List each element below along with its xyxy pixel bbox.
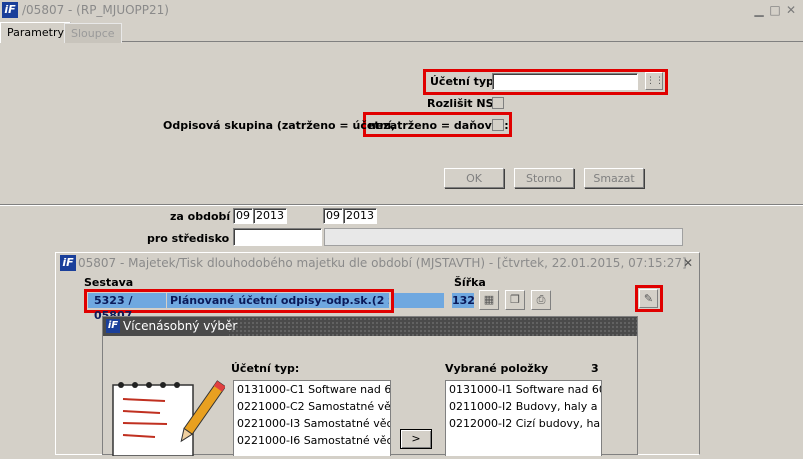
ucetni-typ-label: Účetní typ:	[430, 75, 499, 88]
close-icon[interactable]: ✕	[784, 3, 798, 17]
preview-icon[interactable]: ▦	[479, 290, 499, 310]
maximize-icon[interactable]: □	[768, 3, 782, 17]
tab-sloupce[interactable]: Sloupce	[64, 23, 122, 43]
smazat-button[interactable]: Smazat	[584, 168, 644, 188]
main-window-title: /05807 - (RP_MJUOPP21)	[22, 3, 169, 17]
storno-button[interactable]: Storno	[514, 168, 574, 188]
sestava-label: Sestava	[84, 276, 134, 289]
sestava-name[interactable]: Plánované účetní odpisy-odp.sk.(2 zdr.)	[167, 293, 389, 308]
odpisova-skupina-label-b: nezatrženo = daňová):	[368, 119, 509, 132]
multi-select-logo-icon: iF	[106, 319, 120, 333]
main-titlebar: iF /05807 - (RP_MJUOPP21) ▁ □ ✕	[0, 0, 803, 20]
rozlisit-ns-label: Rozlišit NS:	[427, 97, 498, 110]
pro-stredisko-name-input	[324, 228, 683, 246]
za-obdobi-from-month[interactable]: 09	[233, 208, 253, 224]
right-list-label: Vybrané položky	[445, 362, 549, 375]
list-item[interactable]: 0221000-I3 Samostatné věci a s	[234, 415, 390, 432]
panel-separator	[0, 204, 803, 206]
move-right-button[interactable]: >	[400, 429, 432, 449]
list-item[interactable]: 0221000-C2 Samostatné věci a	[234, 398, 390, 415]
za-obdobi-to-month[interactable]: 09	[323, 208, 343, 224]
selected-items-list[interactable]: 0131000-I1 Software nad 60.00 0211000-I2…	[445, 380, 602, 456]
pro-stredisko-label: pro středisko	[147, 232, 230, 245]
sirka-label: Šířka	[454, 276, 486, 289]
tab-strip: Parametry Sloupce	[0, 20, 803, 43]
ucetni-typ-picker-icon[interactable]: ⋮⋮	[645, 72, 664, 90]
list-item[interactable]: 0131000-C1 Software nad 60.0	[234, 381, 390, 398]
report-close-icon[interactable]: ✕	[681, 256, 695, 270]
minimize-icon[interactable]: ▁	[752, 3, 766, 17]
za-obdobi-to-year[interactable]: 2013	[343, 208, 377, 224]
list-item[interactable]: 0131000-I1 Software nad 60.00	[446, 381, 601, 398]
report-logo-icon: iF	[60, 255, 76, 271]
list-item[interactable]: 0212000-I2 Cizí budovy, haly a	[446, 415, 601, 432]
list-item[interactable]: 0211000-I2 Budovy, haly a stav	[446, 398, 601, 415]
multi-select-titlebar: iF Vícenásobný výběr	[103, 317, 637, 336]
ok-button[interactable]: OK	[444, 168, 504, 188]
sestava-code[interactable]: 5323 / 05807	[88, 293, 166, 322]
ucetni-typ-input[interactable]	[492, 73, 638, 90]
tab-parametry[interactable]: Parametry	[0, 22, 71, 43]
sestava-name-ext	[394, 293, 444, 308]
report-titlebar: iF 05807 - Majetek/Tisk dlouhodobého maj…	[56, 253, 699, 273]
za-obdobi-from-year[interactable]: 2013	[253, 208, 287, 224]
odpisova-skupina-label-a: Odpisová skupina (zatrženo = účetní,	[163, 119, 396, 132]
odpisova-skupina-checkbox[interactable]	[492, 119, 504, 131]
export-icon[interactable]: ❐	[505, 290, 525, 310]
app-logo-icon: iF	[2, 2, 18, 18]
report-window-title: 05807 - Majetek/Tisk dlouhodobého majetk…	[78, 256, 687, 270]
multi-select-dialog: iF Vícenásobný výběr Účetní typ: 0131000…	[102, 316, 638, 457]
print-icon[interactable]: ⎙	[531, 290, 551, 310]
notepad-illustration	[105, 379, 227, 457]
edit-report-icon[interactable]: ✎	[639, 289, 658, 308]
sirka-value: 132	[452, 293, 475, 308]
selected-count: 3	[591, 362, 599, 375]
available-items-list[interactable]: 0131000-C1 Software nad 60.0 0221000-C2 …	[233, 380, 391, 456]
left-list-label: Účetní typ:	[231, 362, 300, 375]
pro-stredisko-code-input[interactable]	[233, 228, 322, 246]
multi-select-title: Vícenásobný výběr	[123, 319, 238, 333]
list-item[interactable]: 0221000-I6 Samostatné věci - (	[234, 432, 390, 449]
rozlisit-ns-checkbox[interactable]	[492, 97, 504, 109]
za-obdobi-label: za období	[170, 210, 231, 223]
